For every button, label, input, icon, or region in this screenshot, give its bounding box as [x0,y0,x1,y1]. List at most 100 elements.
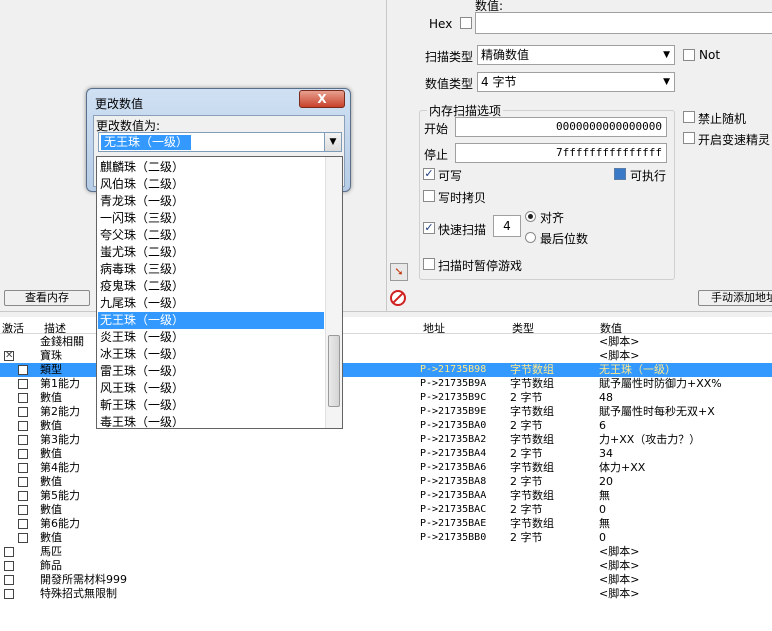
dropdown-option[interactable]: 风王珠（一级） [98,380,324,397]
row-value: 0 [599,531,606,544]
chevron-down-icon[interactable]: ▼ [324,133,341,151]
dropdown-option[interactable]: 毒王珠（一级） [98,414,324,431]
not-checkbox[interactable] [683,49,695,61]
header-address[interactable]: 地址 [423,320,445,336]
row-type: 字节数组 [510,405,554,418]
row-value: 20 [599,475,613,488]
active-checkbox[interactable] [18,449,28,459]
table-row[interactable]: 開發所需材料999 <脚本> [0,573,772,587]
active-checkbox[interactable] [18,393,28,403]
disable-random-checkbox[interactable] [683,111,695,123]
executable-checkbox[interactable] [614,168,626,180]
header-type[interactable]: 类型 [512,320,534,336]
dropdown-scrollbar[interactable] [325,157,342,428]
last-digit-label: 最后位数 [540,232,589,246]
stop-label: 停止 [424,148,449,162]
row-type: 2 字节 [510,503,543,516]
value-input[interactable] [475,12,772,34]
active-checkbox[interactable] [18,435,28,445]
table-row[interactable]: 數值 P->21735BAC 2 字节 0 [0,503,772,517]
table-row[interactable]: 第6能力 P->21735BAE 字节数组 無 [0,517,772,531]
value-type-select[interactable]: 4 字节 ▼ [477,72,675,92]
dropdown-option[interactable]: 风伯珠（二级） [98,176,324,193]
table-row[interactable]: 第4能力 P->21735BA6 字节数组 体力+XX [0,461,772,475]
row-type: 2 字节 [510,447,543,460]
dropdown-option[interactable]: 炎王珠（一级） [98,329,324,346]
active-checkbox[interactable] [18,463,28,473]
row-description: 寶珠 [40,349,62,362]
last-digit-radio[interactable] [525,232,536,243]
fast-scan-label: 快速扫描 [438,223,487,237]
active-checkbox[interactable] [18,519,28,529]
table-row[interactable]: 特殊招式無限制 <脚本> [0,587,772,601]
header-active[interactable]: 激活 [2,320,24,336]
active-checkbox[interactable] [4,561,14,571]
row-value: 6 [599,419,606,432]
clear-stop-icon[interactable] [390,290,406,306]
active-checkbox[interactable] [18,533,28,543]
dropdown-option[interactable]: 冰王珠（一级） [98,346,324,363]
row-description: 第5能力 [40,489,80,502]
table-row[interactable]: 第3能力 P->21735BA2 字节数组 力+XX（攻击力？） [0,433,772,447]
copy-on-write-checkbox[interactable] [423,190,435,202]
pause-game-checkbox[interactable] [423,258,435,270]
row-value: 34 [599,447,613,460]
row-value: <脚本> [599,545,640,558]
active-checkbox[interactable] [4,547,14,557]
header-value[interactable]: 数值 [600,320,622,336]
close-icon[interactable]: X [299,90,345,108]
value-combobox[interactable]: 无王珠（一级） ▼ [98,132,342,152]
speedhack-checkbox[interactable] [683,132,695,144]
dropdown-option[interactable]: 蚩尤珠（二级） [98,244,324,261]
dropdown-option[interactable]: 无王珠（一级） [98,312,324,329]
scrollbar-thumb[interactable] [328,335,340,407]
table-row[interactable]: 馬匹 <脚本> [0,545,772,559]
dropdown-option[interactable]: 青龙珠（一级） [98,193,324,210]
active-checkbox[interactable] [18,365,28,375]
manual-add-address-button[interactable]: 手动添加地址 [698,290,772,306]
row-description: 數值 [40,503,62,516]
active-checkbox[interactable] [18,491,28,501]
active-checkbox[interactable] [4,349,14,363]
fast-scan-checkbox[interactable] [423,222,435,234]
dropdown-option[interactable]: 麒麟珠（二级） [98,159,324,176]
stop-address-input[interactable]: 7fffffffffffffff [455,143,667,163]
row-type: 字节数组 [510,377,554,390]
row-value: 賦予屬性时每秒无双+X [599,405,715,418]
row-type: 字节数组 [510,489,554,502]
dropdown-option[interactable]: 夸父珠（二级） [98,227,324,244]
table-row[interactable]: 飾品 <脚本> [0,559,772,573]
active-checkbox[interactable] [18,505,28,515]
active-checkbox[interactable] [18,407,28,417]
align-radio[interactable] [525,211,536,222]
dropdown-option[interactable]: 病毒珠（三级） [98,261,324,278]
writable-checkbox[interactable] [423,168,435,180]
chevron-down-icon: ▼ [663,77,670,87]
active-checkbox[interactable] [18,477,28,487]
dropdown-option[interactable]: 一闪珠（三级） [98,210,324,227]
fast-scan-input[interactable]: 4 [493,215,521,237]
add-to-list-arrow-icon[interactable]: ➘ [390,263,408,281]
not-label: Not [699,48,721,62]
header-description[interactable]: 描述 [44,320,66,336]
row-description: 第1能力 [40,377,80,390]
dropdown-option[interactable]: 疫鬼珠（二级） [98,278,324,295]
start-address-input[interactable]: 0000000000000000 [455,117,667,137]
active-checkbox[interactable] [4,589,14,599]
scan-type-select[interactable]: 精确数值 ▼ [477,45,675,65]
row-value: 无王珠（一级） [599,363,676,376]
dropdown-option[interactable]: 九尾珠（一级） [98,295,324,312]
view-memory-button[interactable]: 查看内存 [4,290,90,306]
active-checkbox[interactable] [18,421,28,431]
dropdown-option[interactable]: 雷王珠（一级） [98,363,324,380]
table-row[interactable]: 數值 P->21735BA4 2 字节 34 [0,447,772,461]
active-checkbox[interactable] [4,575,14,585]
table-row[interactable]: 第5能力 P->21735BAA 字节数组 無 [0,489,772,503]
hex-checkbox[interactable] [460,17,472,29]
table-row[interactable]: 數值 P->21735BB0 2 字节 0 [0,531,772,545]
row-address: P->21735BA4 [420,448,487,459]
dropdown-option[interactable]: 斬王珠（一级） [98,397,324,414]
table-row[interactable]: 數值 P->21735BA8 2 字节 20 [0,475,772,489]
active-checkbox[interactable] [18,379,28,389]
chevron-down-icon: ▼ [663,50,670,60]
